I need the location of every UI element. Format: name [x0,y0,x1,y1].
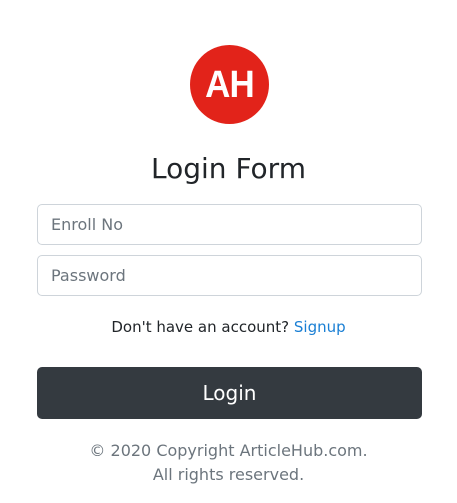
logo-text: AH [205,63,255,106]
login-button[interactable]: Login [37,367,422,419]
no-account-text: Don't have an account? [111,318,290,336]
rights-text: All rights reserved. [152,465,305,484]
enroll-no-input[interactable] [37,204,422,245]
footer: © 2020 Copyright ArticleHub.com. All rig… [0,439,457,487]
password-input[interactable] [37,255,422,296]
page-title: Login Form [151,152,306,185]
signup-prompt: Don't have an account? Signup [0,317,457,337]
articlehub-logo: AH [190,45,269,124]
copyright-text: © 2020 Copyright ArticleHub.com. [89,441,368,460]
signup-link[interactable]: Signup [294,318,346,336]
